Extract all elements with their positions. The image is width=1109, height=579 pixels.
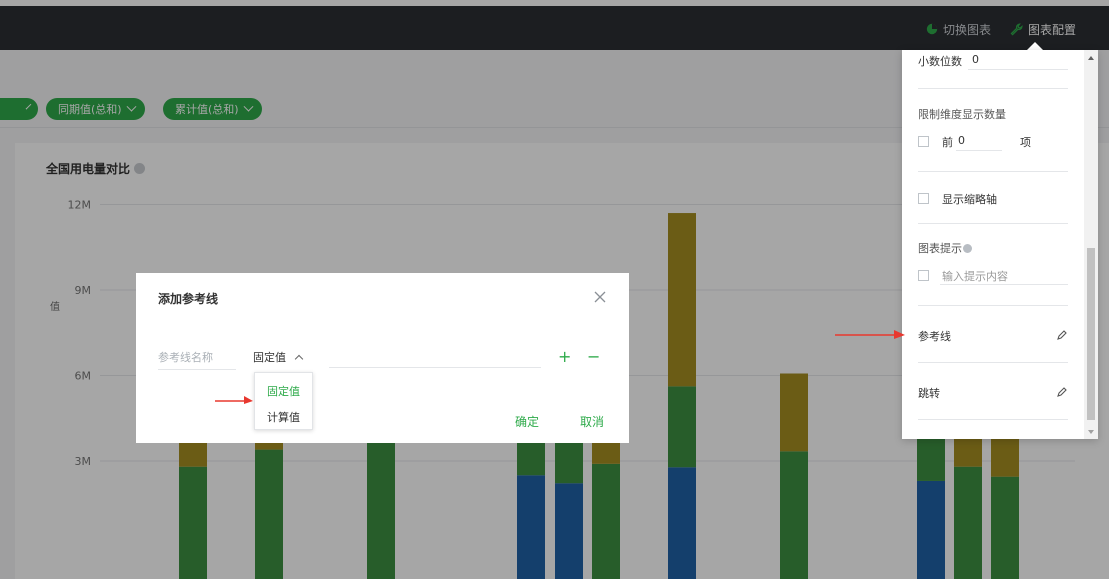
chart-tip-underline <box>940 284 1068 285</box>
annotation-arrow <box>835 330 905 339</box>
chart-config-panel: 小数位数 0 限制维度显示数量 前 0 项 显示缩略轴 图表提示 输入提示内容 … <box>902 50 1098 439</box>
divider <box>918 362 1068 363</box>
pencil-icon[interactable] <box>1057 330 1067 340</box>
remove-row-button[interactable]: − <box>587 349 600 365</box>
zoom-axis-label: 显示缩略轴 <box>942 193 997 206</box>
panel-scrollbar[interactable] <box>1084 50 1098 439</box>
annotation-arrow <box>215 396 253 404</box>
limit-count-input[interactable]: 0 <box>958 134 965 147</box>
jump-label: 跳转 <box>918 387 940 400</box>
add-row-button[interactable]: + <box>558 349 571 365</box>
zoom-axis-checkbox[interactable] <box>918 193 929 204</box>
add-reference-line-dialog: 添加参考线 参考线名称 固定值 + − 确定 取消 <box>136 273 629 443</box>
divider <box>918 171 1068 172</box>
chart-tip-title: 图表提示 <box>918 242 962 255</box>
decimal-places-underline <box>968 69 1068 70</box>
decimal-places-label: 小数位数 <box>918 55 962 68</box>
option-calculated-value[interactable]: 计算值 <box>255 409 312 425</box>
limit-suffix: 项 <box>1020 136 1031 149</box>
chart-tip-checkbox[interactable] <box>918 270 929 281</box>
divider <box>918 88 1068 89</box>
scroll-down-arrow-icon[interactable] <box>1088 430 1094 434</box>
reference-line-name-input[interactable]: 参考线名称 <box>158 349 236 370</box>
reference-line-label: 参考线 <box>918 330 951 343</box>
scrollbar-thumb[interactable] <box>1087 248 1095 420</box>
panel-caret <box>1027 42 1043 50</box>
reference-value-input[interactable] <box>329 367 541 368</box>
divider <box>918 419 1068 420</box>
value-type-dropdown: 固定值 计算值 <box>254 372 313 430</box>
pencil-icon[interactable] <box>1057 387 1067 397</box>
app-window: 切换图表 图表配置 同期值(总和) 累计值(总和) 全国用电量对比 3M 6M … <box>0 0 1109 579</box>
value-type-select[interactable]: 固定值 <box>253 349 304 365</box>
option-fixed-value[interactable]: 固定值 <box>255 383 312 399</box>
chart-tip-label: 图表提示 <box>918 240 972 256</box>
decimal-places-input[interactable]: 0 <box>972 53 979 66</box>
cancel-button[interactable]: 取消 <box>580 413 604 430</box>
limit-dimension-label: 限制维度显示数量 <box>918 108 1006 121</box>
info-icon[interactable] <box>963 244 972 253</box>
confirm-button[interactable]: 确定 <box>515 413 539 430</box>
limit-count-underline <box>956 150 1002 151</box>
close-icon[interactable] <box>592 289 608 305</box>
dialog-title: 添加参考线 <box>158 292 219 306</box>
value-type-selected: 固定值 <box>253 351 286 364</box>
divider <box>918 223 1068 224</box>
divider <box>918 305 1068 306</box>
chart-tip-input[interactable]: 输入提示内容 <box>942 268 1008 284</box>
limit-prefix: 前 <box>942 136 953 149</box>
scroll-up-arrow-icon[interactable] <box>1088 56 1094 60</box>
limit-dimension-checkbox[interactable] <box>918 136 929 147</box>
chevron-up-icon <box>294 354 304 363</box>
